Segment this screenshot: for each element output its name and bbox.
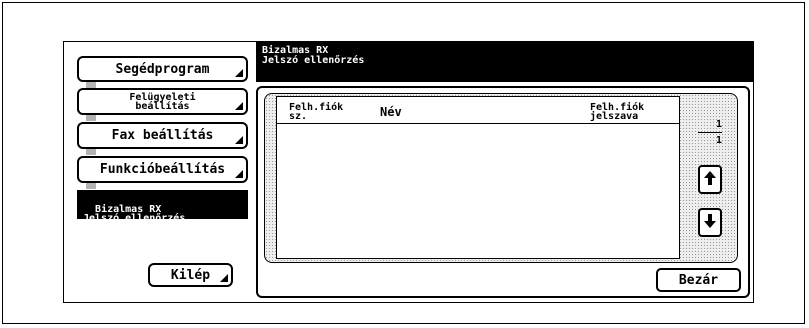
scroll-up-button[interactable] <box>698 165 722 194</box>
close-button[interactable]: Bezár <box>656 268 741 292</box>
page-divider <box>698 132 722 133</box>
page-title-bar: Bizalmas RX Jelszó ellenőrzés <box>256 41 754 82</box>
exit-label: Kilép <box>170 267 211 283</box>
sidebar-item-label: Segédprogram <box>115 61 210 77</box>
connector-dots <box>86 183 96 189</box>
close-label: Bezár <box>678 272 719 288</box>
connector-dots <box>86 149 96 155</box>
arrow-down-icon <box>704 213 716 232</box>
account-list[interactable]: Felh.fiók sz. Név Felh.fiók jelszava <box>276 96 680 259</box>
sidebar-item-confidential-rx-active[interactable]: Bizalmas RX Jelszó ellenőrzés <box>77 190 248 224</box>
sidebar-item-utility[interactable]: Segédprogram <box>77 56 248 82</box>
column-header-password: Felh.fiók jelszava <box>590 102 645 122</box>
sidebar-item-function-settings[interactable]: Funkcióbeállítás <box>77 156 248 183</box>
arrow-up-icon <box>704 170 716 189</box>
connector-dots <box>86 115 96 121</box>
header-divider <box>277 123 679 124</box>
sidebar-item-fax-settings[interactable]: Fax beállítás <box>77 122 248 149</box>
sidebar-item-label: Fax beállítás <box>111 128 214 143</box>
corner-mark-icon <box>235 102 243 110</box>
sidebar-item-label: Felügyeleti beállítás <box>129 91 196 112</box>
column-header-account-no: Felh.fiók sz. <box>289 102 344 122</box>
column-header-name: Név <box>380 105 402 119</box>
corner-mark-icon <box>235 136 243 144</box>
page-current: 1 <box>715 119 722 130</box>
page-total: 1 <box>715 135 722 146</box>
sidebar-item-admin-settings[interactable]: Felügyeleti beállítás <box>77 88 248 115</box>
corner-mark-icon <box>220 274 228 282</box>
corner-mark-icon <box>235 69 243 77</box>
page-title: Bizalmas RX Jelszó ellenőrzés <box>262 45 365 66</box>
scroll-down-button[interactable] <box>698 208 722 237</box>
sidebar-item-label: Bizalmas RX Jelszó ellenőrzés <box>83 204 186 224</box>
exit-button[interactable]: Kilép <box>148 263 233 287</box>
sidebar-item-label: Funkcióbeállítás <box>99 162 226 177</box>
corner-mark-icon <box>235 170 243 178</box>
